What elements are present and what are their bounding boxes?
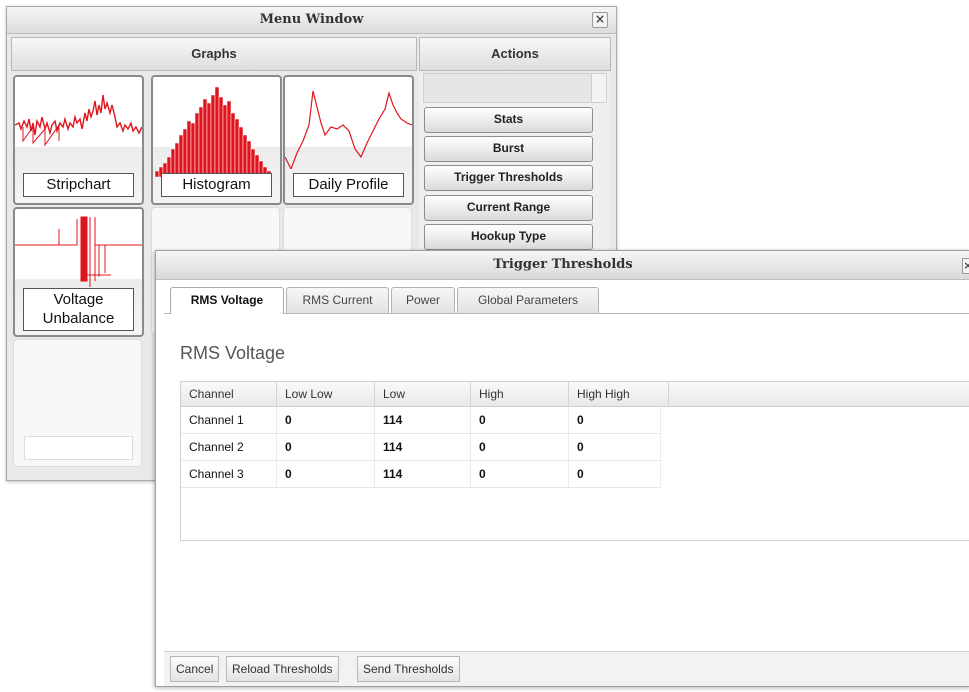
close-icon[interactable]: × xyxy=(962,258,969,274)
burst-button[interactable]: Burst xyxy=(424,136,593,162)
cell-low[interactable]: 114 xyxy=(375,461,471,487)
cell-high[interactable]: 0 xyxy=(471,434,569,460)
menu-window-title: Menu Window xyxy=(259,12,364,27)
graph-tile-stripchart[interactable]: Stripchart xyxy=(13,75,144,205)
voltage-unbalance-thumbnail-icon xyxy=(15,216,142,287)
histogram-thumbnail-icon xyxy=(154,86,272,177)
stripchart-thumbnail-icon xyxy=(15,94,142,147)
column-header-high-high[interactable]: High High xyxy=(569,382,669,406)
graph-tile-daily-profile[interactable]: Daily Profile xyxy=(283,75,414,205)
cell-channel: Channel 1 xyxy=(181,407,277,433)
menu-window-titlebar[interactable]: Menu Window × xyxy=(7,7,616,34)
trigger-thresholds-title: Trigger Thresholds xyxy=(493,257,633,272)
dialog-footer: Cancel Reload Thresholds Send Thresholds xyxy=(164,651,969,686)
current-range-button[interactable]: Current Range xyxy=(424,195,593,221)
cell-low-low[interactable]: 0 xyxy=(277,407,375,433)
cell-low-low[interactable]: 0 xyxy=(277,461,375,487)
stats-button[interactable]: Stats xyxy=(424,107,593,133)
hookup-type-button[interactable]: Hookup Type xyxy=(424,224,593,250)
table-row[interactable]: Channel 1 0 114 0 0 xyxy=(181,407,661,434)
tab-bar: RMS Voltage RMS Current Power Global Par… xyxy=(164,285,969,314)
close-icon[interactable]: × xyxy=(592,12,608,28)
empty-tile-label xyxy=(24,436,133,460)
tile-label: Histogram xyxy=(161,173,272,197)
cell-low[interactable]: 114 xyxy=(375,434,471,460)
tile-label: Daily Profile xyxy=(293,173,404,197)
daily-profile-thumbnail-icon xyxy=(285,90,412,169)
cell-high-high[interactable]: 0 xyxy=(569,407,661,433)
graph-tile-histogram[interactable]: Histogram xyxy=(151,75,282,205)
cell-channel: Channel 3 xyxy=(181,461,277,487)
tile-label: Voltage Unbalance xyxy=(23,288,134,331)
column-header-channel[interactable]: Channel xyxy=(181,382,277,406)
column-header-low-low[interactable]: Low Low xyxy=(277,382,375,406)
graph-tile-voltage-unbalance[interactable]: Voltage Unbalance xyxy=(13,207,144,337)
tab-rms-voltage[interactable]: RMS Voltage xyxy=(170,287,284,314)
tile-label: Stripchart xyxy=(23,173,134,197)
table-row[interactable]: Channel 2 0 114 0 0 xyxy=(181,434,661,461)
column-header-high[interactable]: High xyxy=(471,382,569,406)
graphs-column-header: Graphs xyxy=(11,37,417,71)
send-thresholds-button[interactable]: Send Thresholds xyxy=(357,656,460,682)
section-title: RMS Voltage xyxy=(180,343,286,363)
actions-column-header: Actions xyxy=(419,37,611,71)
table-row[interactable]: Channel 3 0 114 0 0 xyxy=(181,461,661,488)
tab-rms-current[interactable]: RMS Current xyxy=(286,287,389,313)
trigger-thresholds-titlebar[interactable]: Trigger Thresholds × xyxy=(156,251,969,280)
tab-content: RMS Voltage Channel Low Low Low High Hig… xyxy=(164,315,969,650)
cancel-button[interactable]: Cancel xyxy=(170,656,220,682)
thresholds-grid: Channel Low Low Low High High High Chann… xyxy=(180,381,969,541)
grid-header: Channel Low Low Low High High High xyxy=(181,382,969,407)
trigger-thresholds-window: Trigger Thresholds × RMS Voltage RMS Cur… xyxy=(155,250,969,687)
reload-thresholds-button[interactable]: Reload Thresholds xyxy=(226,656,339,682)
cell-high[interactable]: 0 xyxy=(471,407,569,433)
actions-toolbar xyxy=(423,73,607,103)
empty-graph-slot xyxy=(13,339,142,467)
tab-power[interactable]: Power xyxy=(391,287,455,313)
column-header-low[interactable]: Low xyxy=(375,382,471,406)
cell-high-high[interactable]: 0 xyxy=(569,434,661,460)
cell-high-high[interactable]: 0 xyxy=(569,461,661,487)
cell-channel: Channel 2 xyxy=(181,434,277,460)
cell-high[interactable]: 0 xyxy=(471,461,569,487)
cell-low[interactable]: 114 xyxy=(375,407,471,433)
actions-scrollbar[interactable] xyxy=(591,74,606,102)
cell-low-low[interactable]: 0 xyxy=(277,434,375,460)
trigger-thresholds-button[interactable]: Trigger Thresholds xyxy=(424,165,593,191)
tab-global-parameters[interactable]: Global Parameters xyxy=(457,287,599,313)
